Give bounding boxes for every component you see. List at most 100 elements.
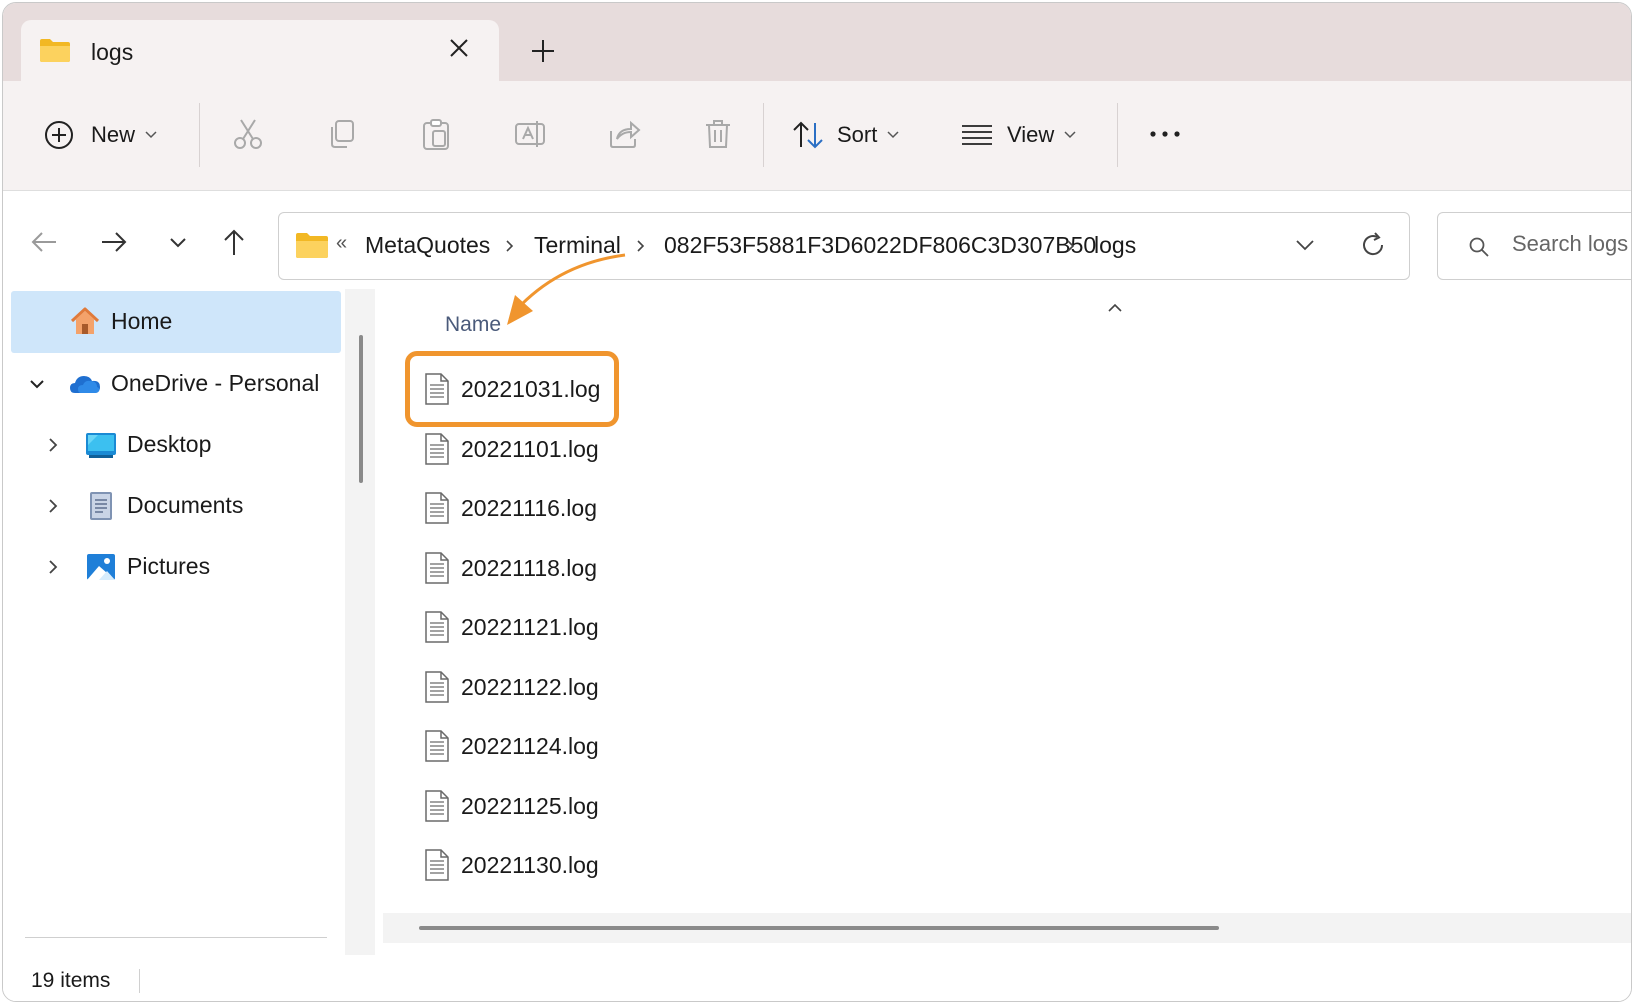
command-bar: New Sort View bbox=[3, 81, 1631, 191]
sidebar-item-label: Desktop bbox=[127, 431, 212, 457]
file-row[interactable]: 20221122.log bbox=[423, 659, 673, 715]
breadcrumb-logs[interactable]: logs bbox=[1094, 232, 1136, 259]
sort-ascending-caret-icon bbox=[1108, 303, 1122, 312]
file-row[interactable]: 20221130.log bbox=[423, 837, 673, 893]
file-row[interactable]: 20221118.log bbox=[423, 540, 673, 596]
file-name: 20221130.log bbox=[461, 852, 599, 878]
sidebar-scrollbar-thumb[interactable] bbox=[359, 335, 363, 483]
file-row[interactable]: 20221125.log bbox=[423, 778, 673, 834]
folder-icon bbox=[40, 39, 70, 62]
file-row[interactable]: 20221116.log bbox=[423, 480, 673, 536]
file-list: Name 20221031.log 20221101.log 20221116.lo… bbox=[383, 253, 1631, 957]
sidebar-item-pictures[interactable]: Pictures bbox=[11, 536, 341, 598]
file-row[interactable]: 20221124.log bbox=[423, 718, 673, 774]
back-arrow-icon[interactable] bbox=[29, 227, 59, 257]
sidebar-item-home[interactable]: Home bbox=[11, 291, 341, 353]
share-icon[interactable] bbox=[607, 117, 641, 151]
sort-button[interactable]: Sort bbox=[791, 111, 899, 159]
recent-locations-chevron-icon[interactable] bbox=[163, 227, 193, 257]
file-row[interactable]: 20221121.log bbox=[423, 599, 673, 655]
column-header-name[interactable]: Name bbox=[445, 313, 501, 337]
sidebar-divider bbox=[25, 937, 327, 938]
view-list-icon bbox=[962, 125, 992, 145]
sort-icon bbox=[793, 121, 823, 149]
item-count: 19 items bbox=[31, 969, 111, 992]
desktop-icon bbox=[86, 433, 116, 458]
breadcrumb-metaquotes[interactable]: MetaQuotes bbox=[365, 232, 490, 259]
new-label: New bbox=[91, 122, 136, 147]
file-name: 20221121.log bbox=[461, 614, 599, 640]
file-name: 20221124.log bbox=[461, 733, 599, 759]
file-name: 20221031.log bbox=[461, 376, 601, 402]
chevron-right-icon bbox=[1067, 240, 1075, 252]
plus-icon[interactable] bbox=[528, 36, 558, 66]
sidebar-item-documents[interactable]: Documents bbox=[11, 475, 341, 537]
sidebar-item-onedrive[interactable]: OneDrive - Personal bbox=[11, 353, 341, 415]
navigation-bar: « MetaQuotes Terminal 082F53F5881F3D6022… bbox=[3, 191, 1631, 289]
rename-icon[interactable] bbox=[513, 117, 547, 151]
text-file-icon bbox=[425, 670, 449, 703]
navigation-pane: Home OneDrive - Personal Desktop Documen… bbox=[3, 289, 343, 957]
address-bar[interactable]: « MetaQuotes Terminal 082F53F5881F3D6022… bbox=[278, 212, 1410, 280]
search-icon bbox=[1469, 237, 1489, 257]
documents-icon bbox=[90, 492, 112, 520]
file-name: 20221101.log bbox=[461, 435, 599, 462]
up-arrow-icon[interactable] bbox=[219, 227, 249, 257]
toolbar-divider bbox=[199, 103, 200, 167]
status-bar: 19 items bbox=[3, 957, 1631, 1001]
cut-icon[interactable] bbox=[231, 117, 265, 151]
search-input[interactable] bbox=[1512, 231, 1631, 257]
chevron-down-icon bbox=[887, 131, 899, 139]
home-icon bbox=[70, 307, 100, 334]
text-file-icon bbox=[425, 492, 449, 524]
search-box[interactable] bbox=[1437, 212, 1631, 280]
sidebar-item-label: Documents bbox=[127, 492, 244, 518]
toolbar-divider bbox=[763, 103, 764, 167]
sidebar-item-label: Pictures bbox=[127, 553, 211, 579]
refresh-icon[interactable] bbox=[1359, 231, 1387, 259]
file-name: 20221118.log bbox=[461, 554, 598, 581]
breadcrumb-overflow[interactable]: « bbox=[336, 232, 347, 255]
text-file-icon bbox=[425, 432, 449, 465]
more-options-icon[interactable] bbox=[1147, 117, 1183, 151]
text-file-icon bbox=[425, 611, 449, 643]
pictures-icon bbox=[87, 554, 115, 580]
chevron-right-icon[interactable] bbox=[45, 559, 61, 575]
new-button[interactable]: New bbox=[43, 111, 157, 159]
file-explorer-window: logs New Sort View « MetaQuotes Terminal… bbox=[2, 2, 1632, 1002]
annotation-arrow-icon bbox=[507, 253, 626, 325]
horizontal-scrollbar-thumb[interactable] bbox=[419, 926, 1219, 930]
chevron-right-icon[interactable] bbox=[45, 437, 61, 453]
text-file-icon bbox=[425, 730, 449, 762]
text-file-icon bbox=[425, 849, 449, 881]
chevron-down-icon[interactable] bbox=[29, 376, 45, 392]
delete-icon[interactable] bbox=[701, 117, 735, 151]
text-file-icon bbox=[425, 551, 449, 584]
status-divider bbox=[139, 969, 140, 993]
sidebar-item-desktop[interactable]: Desktop bbox=[11, 414, 341, 476]
tab-logs[interactable]: logs bbox=[21, 20, 499, 81]
paste-icon[interactable] bbox=[419, 117, 453, 151]
chevron-down-icon bbox=[145, 131, 157, 139]
file-row[interactable]: 20221101.log bbox=[423, 421, 673, 477]
chevron-down-icon[interactable] bbox=[1294, 237, 1316, 253]
file-row[interactable]: 20221031.log bbox=[423, 361, 673, 417]
folder-icon bbox=[296, 233, 328, 258]
toolbar-divider bbox=[1117, 103, 1118, 167]
view-button[interactable]: View bbox=[961, 111, 1076, 159]
breadcrumb-terminal-id[interactable]: 082F53F5881F3D6022DF806C3D307B50 bbox=[664, 232, 1096, 259]
chevron-right-icon[interactable] bbox=[45, 498, 61, 514]
file-name: 20221116.log bbox=[461, 495, 598, 521]
chevron-down-icon bbox=[1064, 131, 1076, 139]
copy-icon[interactable] bbox=[325, 117, 359, 151]
tab-title: logs bbox=[91, 39, 134, 65]
text-file-icon bbox=[425, 373, 449, 405]
file-name: 20221125.log bbox=[461, 792, 599, 819]
tab-bar: logs bbox=[3, 3, 1631, 81]
add-circle-icon bbox=[45, 121, 73, 149]
close-icon[interactable] bbox=[445, 34, 473, 62]
text-file-icon bbox=[425, 789, 449, 822]
forward-arrow-icon[interactable] bbox=[99, 227, 129, 257]
sort-label: Sort bbox=[837, 122, 878, 147]
sidebar-item-label: Home bbox=[111, 308, 173, 334]
